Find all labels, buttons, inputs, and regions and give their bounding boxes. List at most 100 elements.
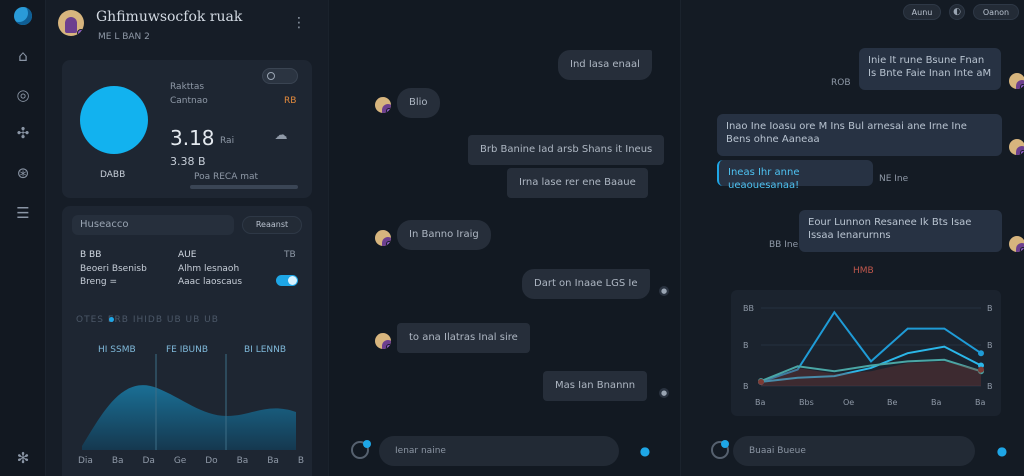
- compass-icon[interactable]: ◎: [13, 85, 33, 105]
- x-tick: Ge: [173, 456, 187, 466]
- chat-message[interactable]: Brb Banine Iad arsb Shans it Ineus: [468, 135, 665, 165]
- right-message[interactable]: Eour Lunnon Resanee Ik Bts Isae Issaa Ie…: [799, 210, 1002, 252]
- x-tick: Do: [205, 456, 218, 466]
- filter-row[interactable]: OTES ERB IHIDB UB UB UB: [76, 315, 219, 325]
- chat-message[interactable]: to ana Ilatras Inal sire: [397, 323, 530, 353]
- emoji-badge-icon: [721, 440, 729, 448]
- pill-circle-icon: [267, 72, 275, 80]
- top-button-b[interactable]: Oanon: [973, 4, 1019, 20]
- chat-message[interactable]: In Banno Iraig: [397, 220, 491, 250]
- x-tick: B: [297, 456, 304, 466]
- circle-label: DABB: [100, 170, 126, 180]
- y-tick-label-right: B: [987, 304, 993, 313]
- chat-message[interactable]: Irna lase rer ene Baaue: [507, 168, 648, 198]
- row-val-1: AUE: [178, 250, 197, 260]
- top-button-a[interactable]: Aunu: [903, 4, 941, 20]
- analytics-panel: Huseacco Reaanst B BB AUE TB Beoeri Bsen…: [62, 206, 312, 476]
- user-avatar[interactable]: [58, 10, 84, 36]
- chat-message[interactable]: Ind Iasa enaal: [558, 50, 652, 80]
- row-val-2: Alhm lesnaoh: [178, 264, 240, 274]
- x-tick-label: Ba: [975, 398, 985, 407]
- read-receipt-icon: ●: [659, 286, 669, 296]
- user-avatar-small: [1009, 236, 1024, 252]
- left-panel: Ghfimuwsocfok ruak ME L BAN 2 ⋮ DABB Rak…: [46, 0, 328, 476]
- right-message[interactable]: Inao Ine Ioasu ore M Ins Bul arnesai ane…: [717, 114, 1002, 156]
- home-icon[interactable]: ⌂: [13, 46, 33, 66]
- chat-composer[interactable]: Ienar naine: [379, 436, 619, 466]
- series-end-point: [978, 350, 984, 357]
- right-panel: Aunu ◐ Oanon ROB Inie It rune Bsune Fnan…: [680, 0, 1024, 476]
- x-tick-label: Bbs: [799, 398, 814, 407]
- series-end-point: [978, 366, 984, 373]
- globe-icon[interactable]: ⊛: [13, 163, 33, 183]
- x-tick: Dia: [78, 456, 93, 466]
- toggle-pill[interactable]: [262, 68, 298, 84]
- x-ticks: Dia Ba Da Ge Do Ba Ba B: [78, 456, 304, 466]
- mic-icon[interactable]: ●: [638, 444, 652, 458]
- contact-avatar: [375, 333, 391, 349]
- more-icon[interactable]: ⋮: [292, 16, 306, 30]
- line-chart: BB BB BB BBa Bbs Oe Be Ba Ba: [743, 304, 993, 407]
- x-tick: Ba: [267, 456, 279, 466]
- y-tick-label-right: B: [987, 382, 993, 391]
- msg-time: ROB: [831, 78, 851, 88]
- mic-icon[interactable]: ●: [995, 444, 1009, 458]
- cloud-icon: ☁: [274, 128, 288, 143]
- row-key-2: Beoeri Bsenisb: [80, 264, 147, 274]
- read-receipt-icon: ●: [659, 388, 669, 398]
- stats-card: DABB Rakttas Cantnao RB 3.18 Rai 3.38 B …: [62, 60, 312, 198]
- contact-avatar: [375, 230, 391, 246]
- x-tick-label: Be: [887, 398, 897, 407]
- right-composer[interactable]: Buaai Bueue: [733, 436, 975, 466]
- y-tick-label: BB: [743, 304, 754, 313]
- user-avatar-small: [1009, 73, 1024, 89]
- x-tick: Ba: [111, 456, 124, 466]
- stat-value: 3.18: [170, 126, 215, 150]
- row-right-1: TB: [284, 250, 296, 260]
- line-chart-card: BB B B B B B Ba Bbs Oe Be Ba Ba: [731, 290, 1001, 416]
- filter-active-dot: [109, 317, 114, 322]
- x-tick-label: Ba: [931, 398, 941, 407]
- emoji-badge-icon: [363, 440, 371, 448]
- y-tick-label-right: B: [987, 341, 993, 350]
- chat-panel: Ind Iasa enaal Blio Brb Banine Iad arsb …: [328, 0, 680, 476]
- page-subtitle: ME L BAN 2: [98, 32, 150, 42]
- contact-avatar: [375, 97, 391, 113]
- area-fill: [82, 385, 296, 450]
- settings-icon[interactable]: ✻: [13, 448, 33, 468]
- bar-label: Poa RECA mat: [194, 172, 259, 182]
- x-tick-label: Oe: [843, 398, 854, 407]
- right-message-accent[interactable]: Ineas Ihr anne ueaouesanaa!: [717, 160, 873, 191]
- stat-badge: RB: [284, 96, 297, 106]
- page-title: Ghfimuwsocfok ruak: [96, 9, 243, 25]
- progress-track: [190, 185, 298, 189]
- list-icon[interactable]: ☰: [13, 203, 33, 223]
- panel-filter-button[interactable]: Reaanst: [242, 216, 302, 234]
- area-chart: [82, 354, 296, 450]
- settings-toggle-icon[interactable]: ◐: [949, 4, 965, 20]
- right-message[interactable]: Inie It rune Bsune Fnan Is Bnte Faie Ina…: [859, 48, 1001, 90]
- msg-time: BB Ine: [769, 240, 799, 250]
- row-val-3: Aaac laoscaus: [178, 277, 243, 287]
- x-tick: Ba: [236, 456, 249, 466]
- puzzle-icon[interactable]: ✣: [13, 123, 33, 143]
- stat-label-b: Cantnao: [170, 96, 208, 106]
- icon-rail: ⌂ ◎ ✣ ⊛ ☰ ✻: [0, 0, 46, 476]
- chat-message[interactable]: Mas Ian Bnannn: [543, 371, 648, 401]
- series-start-point: [758, 378, 764, 385]
- stat-sub-value: 3.38 B: [170, 155, 206, 168]
- row-key-1: B BB: [80, 250, 102, 260]
- chat-message[interactable]: Dart on Inaae LGS Ie: [522, 269, 650, 299]
- x-tick-label: Ba: [755, 398, 765, 407]
- user-avatar-small: [1009, 139, 1024, 155]
- row-toggle[interactable]: [276, 275, 298, 286]
- x-tick: Da: [142, 456, 155, 466]
- stat-unit: Rai: [220, 136, 235, 146]
- panel-search[interactable]: Huseacco: [72, 215, 234, 235]
- y-tick-label: B: [743, 382, 749, 391]
- msg-time: NE Ine: [879, 174, 909, 184]
- chat-message[interactable]: Blio: [397, 88, 440, 118]
- y-tick-label: B: [743, 341, 749, 350]
- app-logo-icon[interactable]: [14, 7, 32, 25]
- row-key-3: Breng =: [80, 277, 118, 287]
